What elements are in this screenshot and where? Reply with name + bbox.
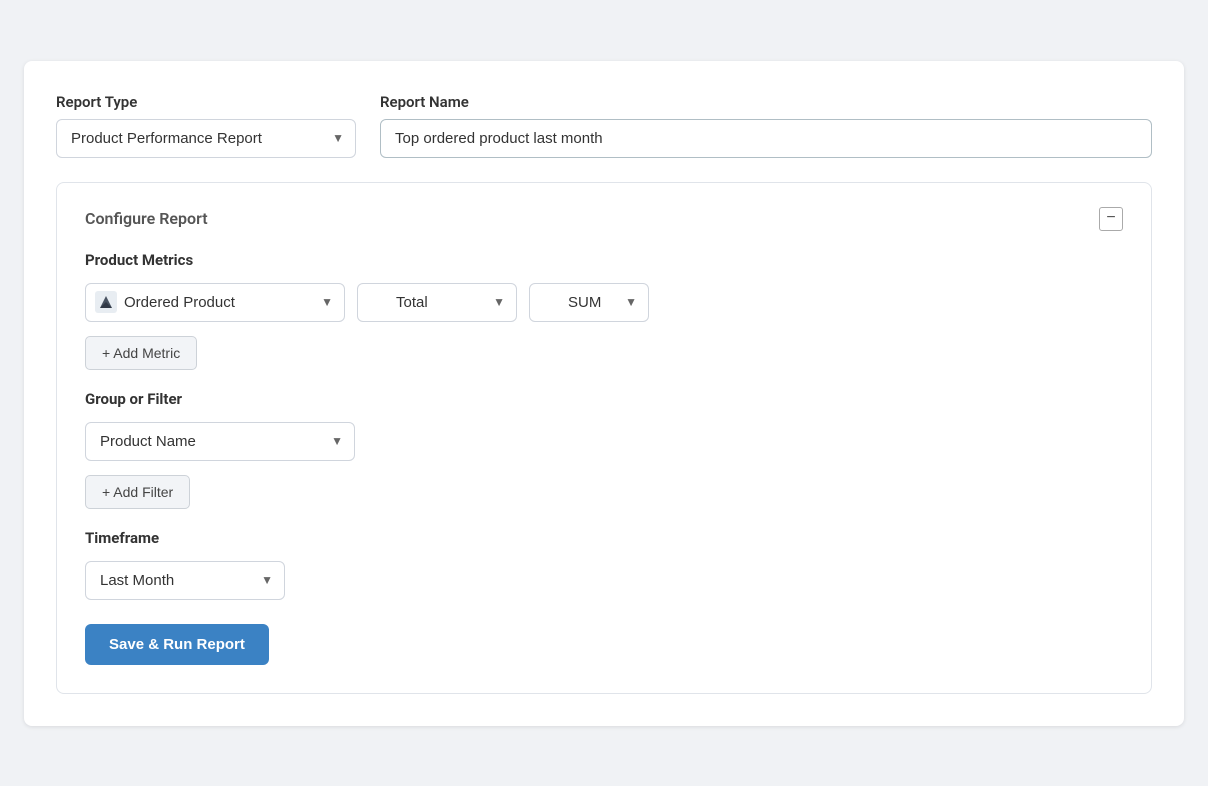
save-run-button[interactable]: Save & Run Report bbox=[85, 624, 269, 665]
product-metrics-section: Product Metrics Ordered Product Shipped … bbox=[85, 251, 1123, 370]
metric-1-select-wrapper: Ordered Product Shipped Product Returned… bbox=[85, 283, 345, 322]
metric-3-select[interactable]: SUM AVG COUNT MAX MIN bbox=[529, 283, 649, 322]
product-metrics-label: Product Metrics bbox=[85, 251, 1123, 269]
report-name-field: Report Name bbox=[380, 93, 1152, 158]
collapse-button[interactable]: − bbox=[1099, 207, 1123, 231]
configure-panel: Configure Report − Product Metrics bbox=[56, 182, 1152, 694]
metric-2-select-wrapper: Total Average Count ▼ bbox=[357, 283, 517, 322]
group-filter-label: Group or Filter bbox=[85, 390, 1123, 408]
metric-3-select-wrapper: SUM AVG COUNT MAX MIN ▼ bbox=[529, 283, 649, 322]
group-filter-select-wrapper: Product Name Category Brand SKU ▼ bbox=[85, 422, 355, 461]
collapse-icon: − bbox=[1106, 210, 1115, 226]
page-container: Report Type Product Performance Report S… bbox=[24, 61, 1184, 726]
report-name-input[interactable] bbox=[380, 119, 1152, 158]
configure-header: Configure Report − bbox=[85, 207, 1123, 231]
top-section: Report Type Product Performance Report S… bbox=[56, 93, 1152, 158]
metrics-row: Ordered Product Shipped Product Returned… bbox=[85, 283, 1123, 322]
timeframe-section: Timeframe Last Month Last Week Last Quar… bbox=[85, 529, 1123, 600]
configure-title: Configure Report bbox=[85, 209, 208, 228]
timeframe-select[interactable]: Last Month Last Week Last Quarter Last Y… bbox=[85, 561, 285, 600]
metric-2-select[interactable]: Total Average Count bbox=[357, 283, 517, 322]
add-metric-button[interactable]: + Add Metric bbox=[85, 336, 197, 370]
add-filter-button[interactable]: + Add Filter bbox=[85, 475, 190, 509]
report-type-select[interactable]: Product Performance Report Sales Summary… bbox=[56, 119, 356, 158]
report-type-label: Report Type bbox=[56, 93, 356, 111]
timeframe-select-wrapper: Last Month Last Week Last Quarter Last Y… bbox=[85, 561, 285, 600]
metric-1-select[interactable]: Ordered Product Shipped Product Returned… bbox=[85, 283, 345, 322]
report-name-label: Report Name bbox=[380, 93, 1152, 111]
report-type-select-wrapper: Product Performance Report Sales Summary… bbox=[56, 119, 356, 158]
report-type-field: Report Type Product Performance Report S… bbox=[56, 93, 356, 158]
group-filter-section: Group or Filter Product Name Category Br… bbox=[85, 390, 1123, 509]
timeframe-label: Timeframe bbox=[85, 529, 1123, 547]
group-filter-select[interactable]: Product Name Category Brand SKU bbox=[85, 422, 355, 461]
